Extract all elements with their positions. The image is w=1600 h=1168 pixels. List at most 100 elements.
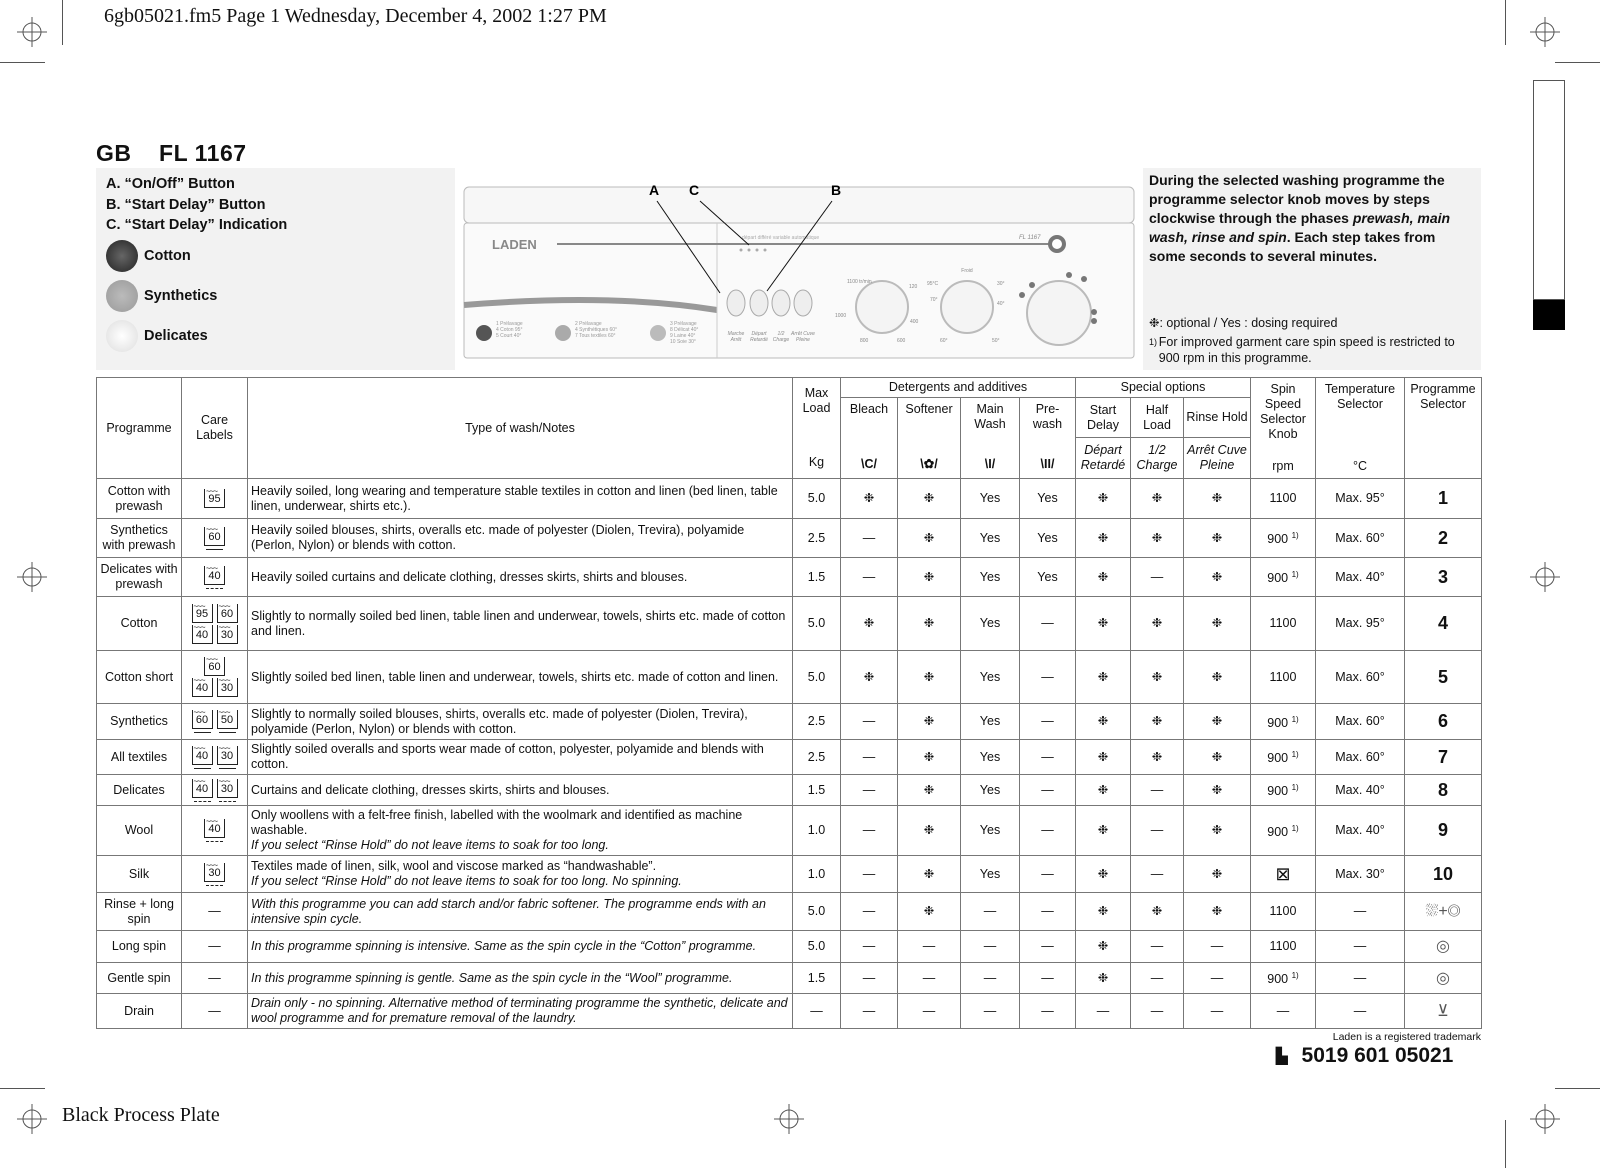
cell-spin: 900 1) — [1250, 518, 1316, 558]
cell-bleach: — — [840, 930, 898, 963]
product-code-number: 5019 601 05021 — [1301, 1044, 1454, 1067]
header-special-options: Special options — [1075, 377, 1251, 398]
cell-half-load: ❉ — [1130, 518, 1184, 558]
cell-bleach: — — [840, 739, 898, 775]
notes-text: Slightly to normally soiled bed linen, t… — [251, 608, 786, 638]
cell-prewash: — — [1019, 739, 1076, 775]
programme-description: During the selected washing programme th… — [1149, 171, 1475, 266]
cell-spin: 900 1) — [1250, 703, 1316, 740]
footnote-mark: 1) — [1149, 337, 1158, 347]
temperature-dial-label: 70° — [930, 297, 938, 303]
cell-start-delay: ❉ — [1075, 774, 1131, 806]
cell-half-load: — — [1130, 962, 1184, 994]
spin-value: 1100 — [1269, 669, 1297, 684]
table-row: Cotton with prewash 95 Heavily soiled, l… — [96, 478, 1482, 519]
header-programme-selector: Programme Selector — [1404, 377, 1482, 479]
cell-temperature: — — [1315, 892, 1405, 931]
cell-softener: — — [897, 930, 961, 963]
notes-text: Curtains and delicate clothing, dresses … — [251, 782, 610, 797]
notes-italic: If you select “Rinse Hold” do not leave … — [251, 838, 609, 852]
header-max-load-label: Max Load — [802, 386, 831, 415]
temperature-dial-label: 30° — [997, 281, 1005, 287]
cell-half-load: — — [1130, 855, 1184, 893]
spin-value: 900 — [1267, 571, 1289, 586]
spin-dial-label: 120 — [909, 284, 918, 290]
notes-text: Slightly soiled bed linen, table linen a… — [251, 669, 779, 684]
cell-half-load: — — [1130, 930, 1184, 963]
table-row: Delicates 4030 Curtains and delicate clo… — [96, 774, 1482, 806]
cell-programme-number: 8 — [1404, 774, 1482, 806]
notes-text: Textiles made of linen, silk, wool and v… — [251, 859, 657, 873]
cell-bleach: — — [840, 855, 898, 893]
header-prewash-label: Pre-wash — [1032, 402, 1063, 431]
cell-softener: ❉ — [897, 650, 961, 704]
care-label-wash-icon: 30 — [216, 621, 238, 644]
care-label-wash-icon: 60 — [191, 706, 213, 733]
cell-care-labels: 40 — [181, 557, 248, 597]
panel-programme-label: 7 Tous textiles 60° — [575, 333, 616, 339]
cell-max-load: 1.5 — [792, 557, 841, 597]
main-wash-compartment-icon: \I/ — [984, 457, 996, 471]
cell-care-labels: 30 — [181, 855, 248, 893]
cell-programme-number: 6 — [1404, 703, 1482, 740]
cell-notes: Heavily soiled blouses, shirts, overalls… — [247, 518, 793, 558]
temperature-dial-label: 95°C — [927, 281, 939, 287]
cell-half-load: ❉ — [1130, 703, 1184, 740]
cell-bleach: — — [840, 703, 898, 740]
spin-value: 1100 — [1269, 616, 1297, 630]
cell-spin: 900 1) — [1250, 805, 1316, 856]
care-label-wash-icon: 40 — [191, 775, 213, 802]
notes-text: Only woollens with a felt-free finish, l… — [251, 808, 743, 837]
cell-start-delay: ❉ — [1075, 892, 1131, 931]
no-care-label: — — [208, 1003, 221, 1018]
crop-mark — [0, 1088, 45, 1089]
cell-prewash: — — [1019, 774, 1076, 806]
thumb-tab-outline — [1533, 80, 1565, 300]
prewash-compartment-icon: \II/ — [1040, 457, 1055, 471]
model-label: FL 1167 — [1019, 235, 1041, 241]
print-header: 6gb05021.fm5 Page 1 Wednesday, December … — [104, 5, 607, 27]
panel-button-label: Arrêt — [730, 337, 742, 343]
header-bleach-label: Bleach — [849, 402, 889, 416]
crop-mark — [1505, 1120, 1506, 1168]
cell-notes: Slightly to normally soiled bed linen, t… — [247, 596, 793, 651]
cell-spin: 900 1) — [1250, 739, 1316, 775]
header-programme: Programme — [96, 377, 182, 479]
cell-programme-name: Delicates with prewash — [96, 557, 182, 597]
cell-main-wash: Yes — [960, 774, 1020, 806]
cell-main-wash: Yes — [960, 557, 1020, 597]
legend-programme-label: Synthetics — [144, 287, 218, 304]
cell-start-delay: ❉ — [1075, 855, 1131, 893]
cell-notes: Heavily soiled curtains and delicate clo… — [247, 557, 793, 597]
cell-programme-name: Rinse + long spin — [96, 892, 182, 931]
cell-programme-number: 1 — [1404, 478, 1482, 519]
care-label-wash-icon: 95 — [204, 485, 225, 508]
legend-programme-synthetics: Synthetics — [106, 276, 449, 316]
cell-programme-name: Cotton — [96, 596, 182, 651]
cell-prewash: — — [1019, 650, 1076, 704]
registration-mark-icon — [774, 1104, 804, 1134]
footnote-ref: 1) — [1291, 823, 1299, 833]
cell-start-delay: ❉ — [1075, 478, 1131, 519]
cell-max-load: 5.0 — [792, 478, 841, 519]
spin-dial-label: 800 — [860, 338, 869, 344]
spin-dial-label: 400 — [910, 319, 919, 325]
cell-max-load: 2.5 — [792, 703, 841, 740]
cell-temperature: Max. 95° — [1315, 478, 1405, 519]
synthetics-triangle-icon — [106, 279, 138, 312]
cell-spin: 1100 — [1250, 892, 1316, 931]
temperature-dial-label: 50° — [992, 338, 1000, 344]
legend-programme-cotton: Cotton — [106, 236, 449, 276]
trademark-note: Laden is a registered trademark — [1332, 1031, 1481, 1043]
temperature-dial-label: 40° — [997, 301, 1005, 307]
header-main-wash-label: Main Wash — [974, 402, 1006, 431]
spin-dial-label: 600 — [897, 338, 906, 344]
crop-mark — [0, 62, 45, 63]
cell-programme-name: Drain — [96, 993, 182, 1029]
cell-notes: With this programme you can add starch a… — [247, 892, 793, 931]
notes-italic: With this programme you can add starch a… — [251, 896, 766, 926]
header-prewash: Pre-wash \II/ — [1019, 397, 1076, 479]
header-temperature: Temperature Selector °C — [1315, 377, 1405, 479]
cell-prewash: — — [1019, 805, 1076, 856]
cell-notes: Slightly soiled bed linen, table linen a… — [247, 650, 793, 704]
